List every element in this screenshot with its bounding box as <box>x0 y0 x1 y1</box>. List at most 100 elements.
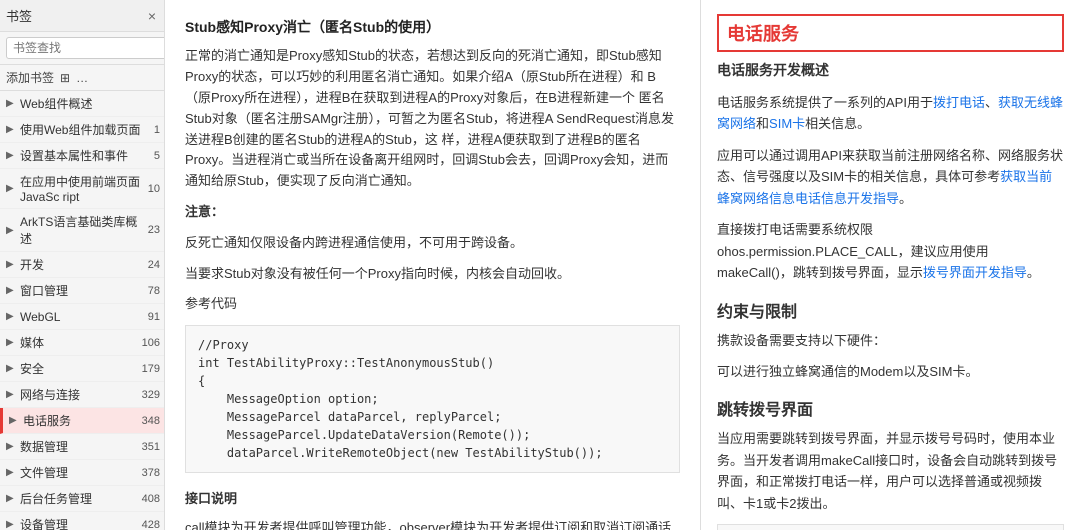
doc-para1: 正常的消亡通知是Proxy感知Stub的状态，若想达到反向的死消亡通知，即Stu… <box>185 46 680 192</box>
right-para3: 直接拨打电话需要系统权限ohos.permission.PLACE_CALL，建… <box>717 219 1064 283</box>
sidebar-item-count: 23 <box>148 224 160 236</box>
sidebar-item-8[interactable]: ▶媒体 106 <box>0 330 164 356</box>
right-section1-detail: 可以进行独立蜂窝通信的Modem以及SIM卡。 <box>717 361 1064 382</box>
arrow-icon: ▶ <box>6 493 18 504</box>
arrow-icon: ▶ <box>6 519 18 530</box>
interface-desc: call模块为开发者提供呼叫管理功能，observer模块为开发者提供订阅和取消… <box>185 518 680 530</box>
search-bar <box>0 32 164 65</box>
arrow-icon: ▶ <box>6 98 18 109</box>
sidebar-item-2[interactable]: ▶设置基本属性和事件 5 <box>0 143 164 169</box>
close-button[interactable]: × <box>146 8 158 24</box>
sidebar-item-count: 10 <box>148 183 160 195</box>
sidebar-item-1[interactable]: ▶使用Web组件加载页面 1 <box>0 117 164 143</box>
arrow-icon: ▶ <box>6 467 18 478</box>
right-para2: 应用可以通过调用API来获取当前注册网络名称、网络服务状态、信号强度以及SIM卡… <box>717 145 1064 209</box>
more-button[interactable]: … <box>76 71 88 85</box>
right-code-block: } else { console.log("make call fail, er… <box>717 524 1064 530</box>
sidebar-item-count: 408 <box>142 493 160 505</box>
sidebar-item-count: 78 <box>148 285 160 297</box>
arrow-icon: ▶ <box>6 150 18 161</box>
content-area: Stub感知Proxy消亡（匿名Stub的使用） 正常的消亡通知是Proxy感知… <box>165 0 1080 530</box>
sidebar-item-label: WebGL <box>20 310 144 324</box>
doc-note1: 反死亡通知仅限设备内跨进程通信使用，不可用于跨设备。 <box>185 233 680 254</box>
arrow-icon: ▶ <box>6 259 18 270</box>
sidebar-item-13[interactable]: ▶文件管理 378 <box>0 460 164 486</box>
sidebar-item-label: 设备管理 <box>20 516 138 530</box>
arrow-icon: ▶ <box>6 183 18 194</box>
sidebar-item-6[interactable]: ▶窗口管理 78 <box>0 278 164 304</box>
sidebar-item-count: 351 <box>142 441 160 453</box>
sidebar-item-label: 数据管理 <box>20 438 138 455</box>
link-network-info[interactable]: 获取当前蜂窝网络信息电话信息开发指导 <box>717 169 1052 205</box>
sidebar-item-count: 5 <box>154 150 160 162</box>
sidebar-item-label: 后台任务管理 <box>20 490 138 507</box>
sidebar-item-count: 329 <box>142 389 160 401</box>
link-call[interactable]: 拨打电话 <box>933 95 985 110</box>
note-label: 注意： <box>185 204 224 219</box>
arrow-icon: ▶ <box>6 225 18 236</box>
sidebar-header: 书签 × <box>0 0 164 32</box>
arrow-icon: ▶ <box>6 311 18 322</box>
sidebar-item-count: 91 <box>148 311 160 323</box>
right-para1: 电话服务系统提供了一系列的API用于拨打电话、获取无线蜂窝网络和SIM卡相关信息… <box>717 92 1064 135</box>
sidebar-item-label: 电话服务 <box>23 412 138 429</box>
interface-section: 接口说明 call模块为开发者提供呼叫管理功能，observer模块为开发者提供… <box>185 489 680 530</box>
sidebar-item-count: 428 <box>142 519 160 530</box>
sidebar-item-11[interactable]: ▶电话服务 348 <box>0 408 164 434</box>
sidebar-item-15[interactable]: ▶设备管理 428 <box>0 512 164 530</box>
sidebar: 书签 × 添加书签 ⊞ … ▶Web组件概述▶使用Web组件加载页面1▶设置基本… <box>0 0 165 530</box>
right-subtitle: 电话服务开发概述 <box>717 60 1064 80</box>
doc-note-label: 注意： <box>185 202 680 223</box>
sidebar-item-4[interactable]: ▶ArkTS语言基础类库概述 23 <box>0 209 164 252</box>
sidebar-item-label: Web组件概述 <box>20 95 156 112</box>
sidebar-item-12[interactable]: ▶数据管理 351 <box>0 434 164 460</box>
sidebar-item-label: 在应用中使用前端页面JavaSc ript <box>20 173 144 204</box>
arrow-icon: ▶ <box>9 415 21 426</box>
right-section2-para: 当应用需要跳转到拨号界面，并显示拨号号码时，使用本业务。当开发者调用makeCa… <box>717 428 1064 514</box>
sidebar-item-3[interactable]: ▶在应用中使用前端页面JavaSc ript 10 <box>0 169 164 209</box>
sidebar-nav: ▶Web组件概述▶使用Web组件加载页面1▶设置基本属性和事件5▶在应用中使用前… <box>0 91 164 530</box>
right-section1-title: 约束与限制 <box>717 298 1064 322</box>
sidebar-item-label: 开发 <box>20 256 144 273</box>
sidebar-item-label: 媒体 <box>20 334 138 351</box>
sidebar-item-count: 378 <box>142 467 160 479</box>
arrow-icon: ▶ <box>6 337 18 348</box>
sidebar-item-5[interactable]: ▶开发 24 <box>0 252 164 278</box>
sidebar-item-count: 179 <box>142 363 160 375</box>
link-sim[interactable]: SIM卡 <box>769 116 805 131</box>
right-title-box: 电话服务 <box>717 14 1064 52</box>
doc-section-title: Stub感知Proxy消亡（匿名Stub的使用） <box>185 16 680 38</box>
arrow-icon: ▶ <box>6 285 18 296</box>
doc-code-block: //Proxy int TestAbilityProxy::TestAnonym… <box>185 325 680 473</box>
sidebar-item-label: ArkTS语言基础类库概述 <box>20 213 144 247</box>
main-content: Stub感知Proxy消亡（匿名Stub的使用） 正常的消亡通知是Proxy感知… <box>165 0 1080 530</box>
sidebar-item-count: 24 <box>148 259 160 271</box>
arrow-icon: ▶ <box>6 363 18 374</box>
arrow-icon: ▶ <box>6 441 18 452</box>
interface-section-title: 接口说明 <box>185 489 680 510</box>
sidebar-actions: 添加书签 ⊞ … <box>0 65 164 91</box>
sidebar-item-count: 348 <box>142 415 160 427</box>
bookmark-icon: ⊞ <box>60 71 70 85</box>
doc-panel: Stub感知Proxy消亡（匿名Stub的使用） 正常的消亡通知是Proxy感知… <box>165 0 700 530</box>
sidebar-item-label: 使用Web组件加载页面 <box>20 121 150 138</box>
right-title: 电话服务 <box>727 20 1054 46</box>
doc-ref-label: 参考代码 <box>185 294 680 315</box>
right-section1-text: 携款设备需要支持以下硬件： <box>717 330 1064 351</box>
link-dialpad[interactable]: 拨号界面开发指导 <box>923 265 1027 280</box>
sidebar-item-10[interactable]: ▶网络与连接329 <box>0 382 164 408</box>
sidebar-item-14[interactable]: ▶后台任务管理 408 <box>0 486 164 512</box>
sidebar-item-label: 文件管理 <box>20 464 138 481</box>
sidebar-item-label: 安全 <box>20 360 138 377</box>
sidebar-item-count: 1 <box>154 124 160 136</box>
sidebar-item-label: 设置基本属性和事件 <box>20 147 150 164</box>
sidebar-item-7[interactable]: ▶WebGL 91 <box>0 304 164 330</box>
sidebar-item-0[interactable]: ▶Web组件概述 <box>0 91 164 117</box>
sidebar-item-label: 窗口管理 <box>20 282 144 299</box>
arrow-icon: ▶ <box>6 124 18 135</box>
sidebar-item-count: 106 <box>142 337 160 349</box>
sidebar-item-9[interactable]: ▶安全 179 <box>0 356 164 382</box>
search-input[interactable] <box>6 37 165 59</box>
add-bookmark-button[interactable]: 添加书签 <box>6 69 54 86</box>
doc-note2: 当要求Stub对象没有被任何一个Proxy指向时候，内核会自动回收。 <box>185 264 680 285</box>
